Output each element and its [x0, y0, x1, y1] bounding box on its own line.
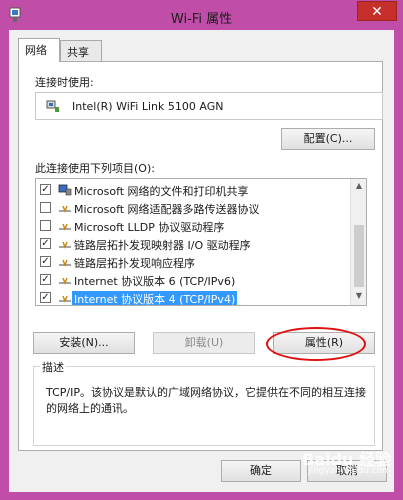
item-label: 链路层拓扑发现响应程序: [74, 257, 195, 270]
close-button[interactable]: ✕: [357, 1, 397, 21]
item-label: Internet 协议版本 6 (TCP/IPv6): [74, 275, 236, 288]
list-item[interactable]: Microsoft LLDP 协议驱动程序: [36, 217, 366, 235]
tab-network[interactable]: 网络: [18, 38, 60, 62]
watermark-logo: Baidu 经验 jingyan.baidu.com: [279, 446, 391, 482]
dialog-client-area: 网络 共享 连接时使用: Intel(R) WiFi Link 5100 AGN…: [9, 30, 394, 492]
item-label: Microsoft LLDP 协议驱动程序: [74, 221, 225, 234]
watermark-url: jingyan.baidu.com: [307, 466, 391, 476]
protocol-icon: [59, 223, 71, 231]
uninstall-button[interactable]: 卸载(U): [153, 332, 255, 354]
list-item[interactable]: ✓ 链路层拓扑发现映射器 I/O 驱动程序: [36, 235, 366, 253]
description-group: 描述 TCP/IP。该协议是默认的广域网络协议，它提供在不同的相互连接的网络上的…: [33, 359, 375, 446]
list-item[interactable]: ✓ Internet 协议版本 6 (TCP/IPv6): [36, 271, 366, 289]
install-button[interactable]: 安装(N)...: [33, 332, 135, 354]
connect-using-label: 连接时使用:: [35, 76, 94, 89]
item-label: Internet 协议版本 4 (TCP/IPv4): [72, 291, 238, 306]
adapter-name: Intel(R) WiFi Link 5100 AGN: [72, 100, 224, 113]
list-item-selected[interactable]: ✓ Internet 协议版本 4 (TCP/IPv4): [36, 289, 366, 306]
item-label: Microsoft 网络的文件和打印机共享: [74, 185, 249, 198]
tab-sharing[interactable]: 共享: [60, 40, 102, 62]
item-checkbox[interactable]: ✓: [40, 292, 51, 303]
protocol-icon: [59, 259, 71, 267]
wifi-properties-window: Wi-Fi 属性 ✕ 网络 共享 连接时使用: Intel(R) WiFi Li…: [0, 0, 403, 500]
configure-button[interactable]: 配置(C)...: [281, 128, 375, 150]
protocol-icon: [59, 205, 71, 213]
scroll-up-icon[interactable]: ▲: [353, 181, 365, 193]
items-label: 此连接使用下列项目(O):: [35, 162, 155, 175]
item-checkbox[interactable]: [40, 220, 51, 231]
item-checkbox[interactable]: ✓: [40, 184, 51, 195]
list-item[interactable]: ✓ 链路层拓扑发现响应程序: [36, 253, 366, 271]
protocol-icon: [59, 295, 71, 303]
scroll-down-icon[interactable]: ▼: [353, 291, 365, 303]
window-title: Wi-Fi 属性: [170, 12, 233, 27]
scroll-thumb[interactable]: [354, 225, 364, 287]
item-checkbox[interactable]: [40, 202, 51, 213]
annotation-oval: [266, 327, 366, 361]
network-share-icon: [58, 184, 72, 196]
items-list[interactable]: ✓ Microsoft 网络的文件和打印机共享 Microsoft 网络适配器多…: [35, 178, 367, 306]
item-checkbox[interactable]: ✓: [40, 238, 51, 249]
protocol-icon: [59, 241, 71, 249]
title-bar[interactable]: Wi-Fi 属性 ✕: [0, 0, 403, 30]
item-label: Microsoft 网络适配器多路传送器协议: [74, 203, 260, 216]
description-text: TCP/IP。该协议是默认的广域网络协议，它提供在不同的相互连接的网络上的通讯。: [46, 386, 366, 415]
adapter-display: Intel(R) WiFi Link 5100 AGN: [35, 92, 383, 120]
item-checkbox[interactable]: ✓: [40, 256, 51, 267]
tab-panel-network: 连接时使用: Intel(R) WiFi Link 5100 AGN 配置(C)…: [18, 61, 383, 451]
list-item[interactable]: ✓ Microsoft 网络的文件和打印机共享: [36, 181, 366, 199]
protocol-icon: [59, 277, 71, 285]
items-scrollbar[interactable]: ▲ ▼: [350, 179, 366, 305]
list-item[interactable]: Microsoft 网络适配器多路传送器协议: [36, 199, 366, 217]
wifi-adapter-icon: [46, 100, 59, 112]
item-checkbox[interactable]: ✓: [40, 274, 51, 285]
item-label: 链路层拓扑发现映射器 I/O 驱动程序: [74, 239, 251, 252]
description-title: 描述: [40, 359, 66, 375]
